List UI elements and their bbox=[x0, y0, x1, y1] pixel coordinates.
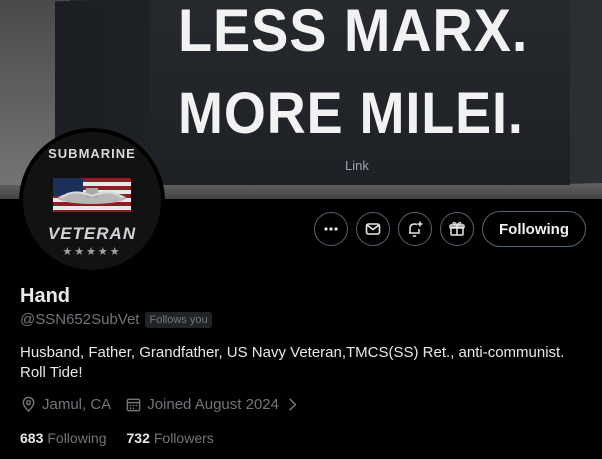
followers-count: 732 bbox=[126, 430, 150, 446]
flag-dolphins-icon bbox=[53, 178, 131, 212]
message-button[interactable] bbox=[356, 212, 391, 246]
gift-button[interactable] bbox=[440, 212, 475, 246]
profile-meta: Jamul, CA Joined August 2024 bbox=[20, 396, 301, 413]
avatar-bottom-text: VETERAN bbox=[47, 224, 137, 243]
joined-text: Joined August 2024 bbox=[147, 396, 279, 413]
calendar-icon bbox=[126, 398, 141, 412]
avatar-stars: ★★★★★ bbox=[62, 246, 122, 258]
following-label: Following bbox=[47, 430, 107, 446]
more-button[interactable] bbox=[314, 212, 349, 246]
billboard-small-text: Link bbox=[345, 158, 369, 173]
notify-button[interactable] bbox=[398, 212, 433, 246]
profile-bio: Husband, Father, Grandfather, US Navy Ve… bbox=[20, 344, 565, 381]
profile-handle: @SSN652SubVet bbox=[20, 311, 140, 328]
more-icon bbox=[324, 227, 338, 231]
bell-plus-icon bbox=[409, 221, 423, 237]
following-count: 683 bbox=[20, 430, 44, 446]
follows-you-badge: Follows you bbox=[145, 311, 212, 328]
location-pin-icon bbox=[22, 396, 35, 413]
following-stat[interactable]: 683 Following bbox=[20, 430, 107, 446]
profile-name: Hand bbox=[20, 285, 70, 307]
handle-row: @SSN652SubVet Follows you bbox=[20, 311, 212, 328]
location-text: Jamul, CA bbox=[42, 396, 112, 413]
profile-actions: Following bbox=[314, 211, 586, 247]
followers-label: Followers bbox=[153, 430, 214, 446]
chevron-right-icon bbox=[289, 398, 297, 411]
envelope-icon bbox=[365, 223, 381, 235]
location-item: Jamul, CA bbox=[20, 396, 111, 413]
joined-item[interactable]: Joined August 2024 bbox=[125, 396, 301, 413]
avatar-top-text: SUBMARINE bbox=[48, 146, 136, 161]
billboard-text-line1: LESS MARX. bbox=[178, 0, 529, 64]
avatar[interactable]: SUBMARINE VETERAN ★★★★★ bbox=[19, 128, 165, 274]
profile-stats: 683 Following 732 Followers bbox=[20, 430, 214, 446]
gift-icon bbox=[449, 221, 465, 236]
following-button[interactable]: Following bbox=[482, 211, 586, 247]
followers-stat[interactable]: 732 Followers bbox=[127, 430, 214, 446]
billboard-text-line2: MORE MILEI. bbox=[178, 81, 524, 146]
